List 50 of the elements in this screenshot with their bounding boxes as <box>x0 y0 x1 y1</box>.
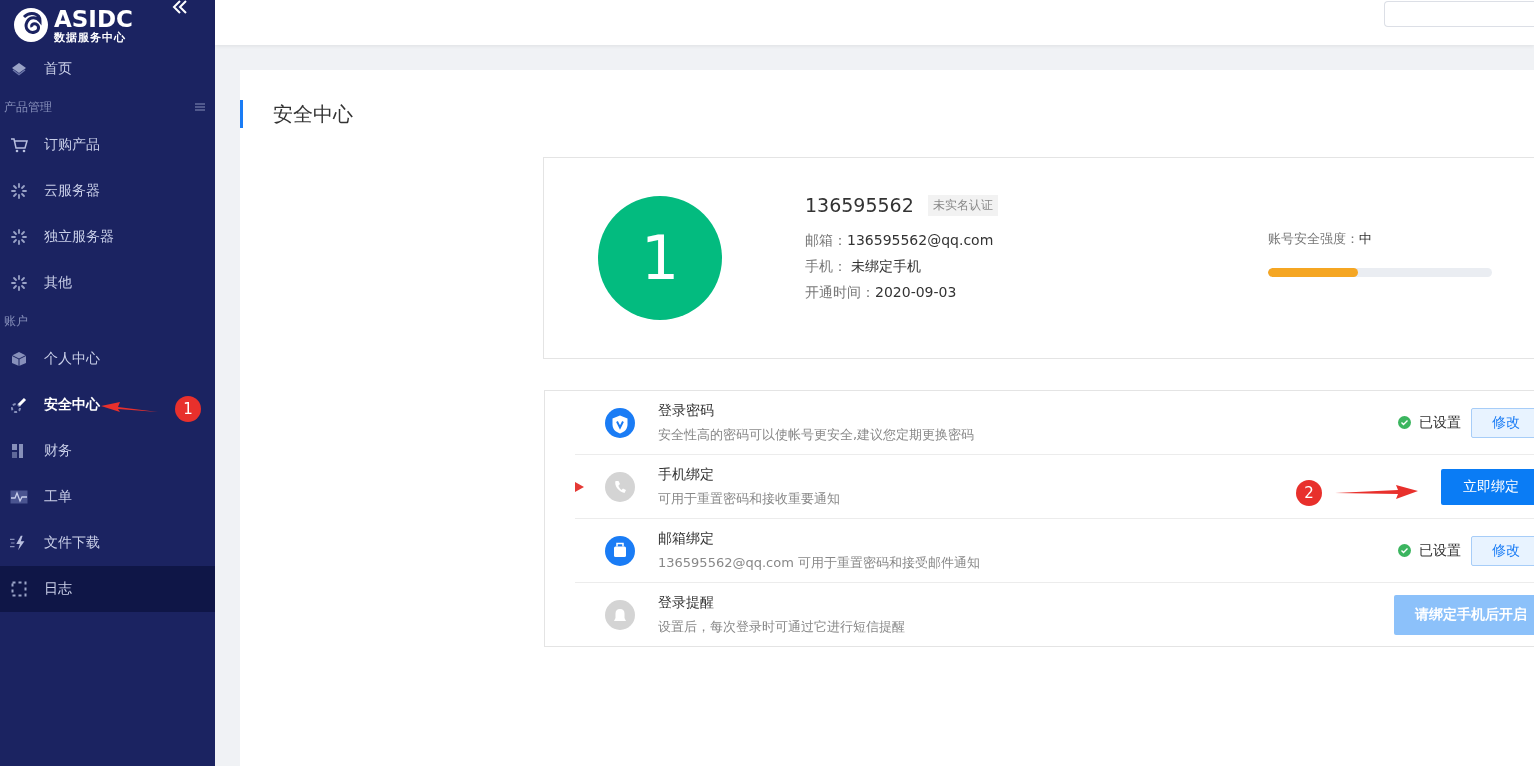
search-field[interactable] <box>1384 1 1534 27</box>
sidebar-item[interactable]: 安全中心 <box>0 382 170 428</box>
layers-icon <box>11 62 27 76</box>
dotted-square-icon <box>11 581 27 597</box>
verification-badge: 未实名认证 <box>927 194 998 216</box>
cube-icon <box>11 351 27 367</box>
sidebar-item[interactable]: 文件下载 <box>0 520 170 566</box>
sidebar-item[interactable]: 订购产品 <box>0 122 170 168</box>
spinner-icon <box>11 183 27 199</box>
sidebar-item[interactable]: 工单 <box>0 474 170 520</box>
sidebar-item[interactable]: 个人中心 <box>0 336 170 382</box>
logo-subtitle: 数据服务中心 <box>54 31 127 43</box>
setting-description: 安全性高的密码可以使帐号更安全,建议您定期更换密码 <box>658 425 975 444</box>
bind-button[interactable]: 立即绑定 <box>1441 468 1534 505</box>
edit-button[interactable]: 修改 <box>1471 535 1534 566</box>
setting-description: 可用于重置密码和接收重要通知 <box>658 489 840 508</box>
check-circle-icon <box>1398 416 1411 429</box>
profile-field: 邮箱：136595562@qq.com <box>805 232 998 250</box>
security-strength-label: 账号安全强度：中 <box>1268 230 1373 248</box>
status-label: 已设置 <box>1419 541 1461 560</box>
setting-description: 设置后，每次登录时可通过它进行短信提醒 <box>658 617 905 636</box>
menu-group-label: 产品管理 <box>4 98 52 116</box>
sidebar-item[interactable]: 独立服务器 <box>0 214 170 260</box>
logo-title: ASIDC <box>54 5 133 32</box>
spinner-icon <box>11 229 27 245</box>
setting-title: 登录提醒 <box>658 593 714 612</box>
avatar: 1 <box>598 196 722 320</box>
page-title: 安全中心 <box>240 100 1534 128</box>
menu-icon[interactable] <box>195 103 205 111</box>
setting-title: 邮箱绑定 <box>658 529 714 548</box>
check-circle-icon <box>1398 544 1411 557</box>
menu-group-label: 账户 <box>4 312 28 330</box>
sidebar-item[interactable]: 云服务器 <box>0 168 170 214</box>
sidebar-item[interactable]: 其他 <box>0 260 170 306</box>
pulse-icon <box>10 490 28 504</box>
setting-description: 136595562@qq.com 可用于重置密码和接受邮件通知 <box>658 553 980 572</box>
spinner-icon <box>11 275 27 291</box>
status-label: 已设置 <box>1419 413 1461 432</box>
logo-icon <box>12 5 50 43</box>
profile-field: 手机： 未绑定手机 <box>805 258 998 276</box>
profile-field: 开通时间：2020-09-03 <box>805 284 998 302</box>
setting-title: 登录密码 <box>658 401 714 420</box>
collapse-icon[interactable] <box>172 0 188 14</box>
sidebar-item[interactable]: 财务 <box>0 428 170 474</box>
setting-title: 手机绑定 <box>658 465 714 484</box>
username: 136595562 <box>805 194 914 216</box>
sidebar-item[interactable]: 首页 <box>0 46 170 92</box>
cart-icon <box>10 137 28 153</box>
sidebar-item[interactable]: 日志 <box>0 566 215 612</box>
edit-button[interactable]: 修改 <box>1471 407 1534 438</box>
